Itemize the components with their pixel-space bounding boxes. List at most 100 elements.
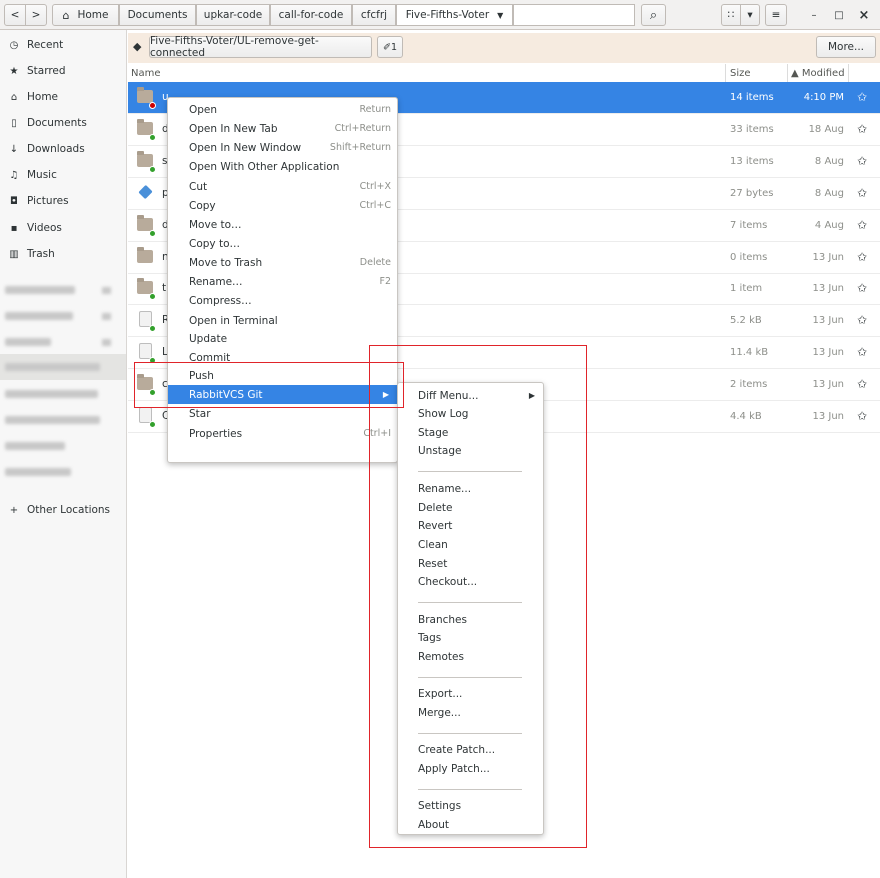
blurred-bookmark[interactable]: [5, 416, 100, 424]
sidebar-item-recent[interactable]: ◷ Recent: [0, 32, 126, 58]
breadcrumb-home[interactable]: ⌂ Home: [52, 4, 119, 26]
back-button[interactable]: <: [4, 4, 26, 26]
submenu-item-show-log[interactable]: Show Log: [398, 404, 543, 423]
sidebar-item-videos[interactable]: ▪ Videos: [0, 215, 126, 241]
sidebar-item-starred[interactable]: ★ Starred: [0, 58, 126, 84]
submenu-item-diff-menu[interactable]: Diff Menu... ▶: [398, 386, 543, 405]
submenu-item-delete[interactable]: Delete: [398, 498, 543, 517]
menu-item-copy[interactable]: Copy Ctrl+C: [168, 196, 397, 215]
star-icon[interactable]: ✩: [857, 250, 867, 264]
menu-item-open-new-window[interactable]: Open In New Window Shift+Return: [168, 138, 397, 157]
chevron-right-icon: >: [31, 9, 41, 21]
view-toggle-button[interactable]: ∷: [721, 4, 741, 26]
menu-item-update[interactable]: Update: [168, 329, 397, 348]
close-icon: ×: [858, 7, 870, 23]
submenu-item-settings[interactable]: Settings: [398, 796, 543, 815]
breadcrumb-documents[interactable]: Documents: [119, 4, 196, 26]
menu-button[interactable]: ≡: [765, 4, 787, 26]
blurred-bookmark[interactable]: [5, 468, 71, 476]
breadcrumb-call-for-code[interactable]: call-for-code: [270, 4, 352, 26]
context-menu: Open Return Open In New Tab Ctrl+Return Op…: [167, 97, 398, 463]
close-button[interactable]: ×: [853, 4, 875, 26]
branch-button[interactable]: Five-Fifths-Voter/UL-remove-get-connecte…: [149, 35, 372, 59]
pencil-icon: ✐1: [382, 41, 397, 53]
blurred-bookmark[interactable]: [5, 338, 51, 346]
submenu-item-unstage[interactable]: Unstage: [398, 441, 543, 460]
submenu-item-create-patch[interactable]: Create Patch...: [398, 740, 543, 759]
column-header-modified[interactable]: ▲ Modified: [791, 64, 845, 82]
column-header-size[interactable]: Size: [730, 64, 751, 82]
submenu-item-merge[interactable]: Merge...: [398, 703, 543, 722]
breadcrumb-upkar-code[interactable]: upkar-code: [196, 4, 270, 26]
search-button[interactable]: ⌕: [641, 4, 666, 26]
submenu-item-apply-patch[interactable]: Apply Patch...: [398, 759, 543, 778]
star-icon[interactable]: ✩: [857, 313, 867, 327]
star-icon[interactable]: ✩: [857, 90, 867, 104]
star-icon[interactable]: ✩: [857, 377, 867, 391]
minimize-button[interactable]: –: [803, 4, 825, 26]
menu-item-star[interactable]: Star: [168, 404, 397, 423]
blurred-bookmark[interactable]: [5, 312, 73, 320]
menu-item-push[interactable]: Push: [168, 366, 397, 385]
submenu-item-tags[interactable]: Tags: [398, 628, 543, 647]
submenu-item-checkout[interactable]: Checkout...: [398, 572, 543, 591]
star-icon[interactable]: ✩: [857, 281, 867, 295]
home-icon: ⌂: [62, 8, 70, 22]
eject-icon[interactable]: [102, 339, 111, 346]
submenu-item-revert[interactable]: Revert: [398, 516, 543, 535]
view-options-button[interactable]: ▾: [740, 4, 760, 26]
sidebar-item-trash[interactable]: ▥ Trash: [0, 241, 126, 267]
menu-item-move-to-trash[interactable]: Move to Trash Delete: [168, 253, 397, 272]
star-icon[interactable]: ✩: [857, 154, 867, 168]
submenu-item-reset[interactable]: Reset: [398, 554, 543, 573]
submenu-item-export[interactable]: Export...: [398, 684, 543, 703]
star-icon[interactable]: ✩: [857, 122, 867, 136]
chevron-left-icon: <: [10, 9, 20, 21]
vcs-clean-emblem-icon: [149, 325, 156, 332]
sidebar-item-music[interactable]: ♫ Music: [0, 162, 126, 188]
menu-item-open-in-terminal[interactable]: Open in Terminal: [168, 311, 397, 330]
submenu-item-branches[interactable]: Branches: [398, 610, 543, 629]
breadcrumb-current[interactable]: Five-Fifths-Voter ▼: [396, 4, 513, 26]
menu-item-open[interactable]: Open Return: [168, 100, 397, 119]
menu-item-rabbitvcs-git[interactable]: RabbitVCS Git ▶: [168, 385, 397, 404]
submenu-arrow-icon: ▶: [382, 390, 389, 399]
more-button[interactable]: More...: [816, 36, 876, 58]
eject-icon[interactable]: [102, 313, 111, 320]
menu-item-commit[interactable]: Commit: [168, 348, 397, 367]
menu-item-rename[interactable]: Rename… F2: [168, 272, 397, 291]
sidebar-item-other-locations[interactable]: + Other Locations: [0, 497, 126, 523]
star-icon[interactable]: ✩: [857, 218, 867, 232]
menu-item-open-with[interactable]: Open With Other Application: [168, 157, 397, 176]
menu-item-properties[interactable]: Properties Ctrl+I: [168, 424, 397, 443]
menu-item-open-new-tab[interactable]: Open In New Tab Ctrl+Return: [168, 119, 397, 138]
star-icon[interactable]: ✩: [857, 186, 867, 200]
eject-icon[interactable]: [102, 287, 111, 294]
menu-item-move-to[interactable]: Move to…: [168, 215, 397, 234]
sidebar-item-home[interactable]: ⌂ Home: [0, 84, 126, 110]
sidebar-item-downloads[interactable]: ↓ Downloads: [0, 136, 126, 162]
menu-item-cut[interactable]: Cut Ctrl+X: [168, 177, 397, 196]
sidebar-item-documents[interactable]: ▯ Documents: [0, 110, 126, 136]
submenu-item-clean[interactable]: Clean: [398, 535, 543, 554]
star-icon[interactable]: ✩: [857, 409, 867, 423]
menu-item-copy-to[interactable]: Copy to…: [168, 234, 397, 253]
submenu-item-stage[interactable]: Stage: [398, 423, 543, 442]
breadcrumb-cfcfrj[interactable]: cfcfrj: [352, 4, 396, 26]
sidebar-item-pictures[interactable]: ◘ Pictures: [0, 188, 126, 214]
blurred-bookmark[interactable]: [5, 390, 98, 398]
blurred-bookmark[interactable]: [5, 286, 75, 294]
menu-item-compress[interactable]: Compress…: [168, 291, 397, 310]
vcs-clean-emblem-icon: [149, 293, 156, 300]
column-header-name[interactable]: Name: [131, 64, 161, 82]
blurred-bookmark[interactable]: [5, 442, 65, 450]
submenu-item-rename[interactable]: Rename...: [398, 479, 543, 498]
vcs-clean-emblem-icon: [149, 230, 156, 237]
edit-changes-button[interactable]: ✐1: [377, 36, 403, 58]
forward-button[interactable]: >: [25, 4, 47, 26]
menu-separator: [418, 471, 522, 472]
maximize-button[interactable]: □: [828, 4, 850, 26]
submenu-item-remotes[interactable]: Remotes: [398, 647, 543, 666]
submenu-item-about[interactable]: About: [398, 815, 543, 834]
star-icon[interactable]: ✩: [857, 345, 867, 359]
